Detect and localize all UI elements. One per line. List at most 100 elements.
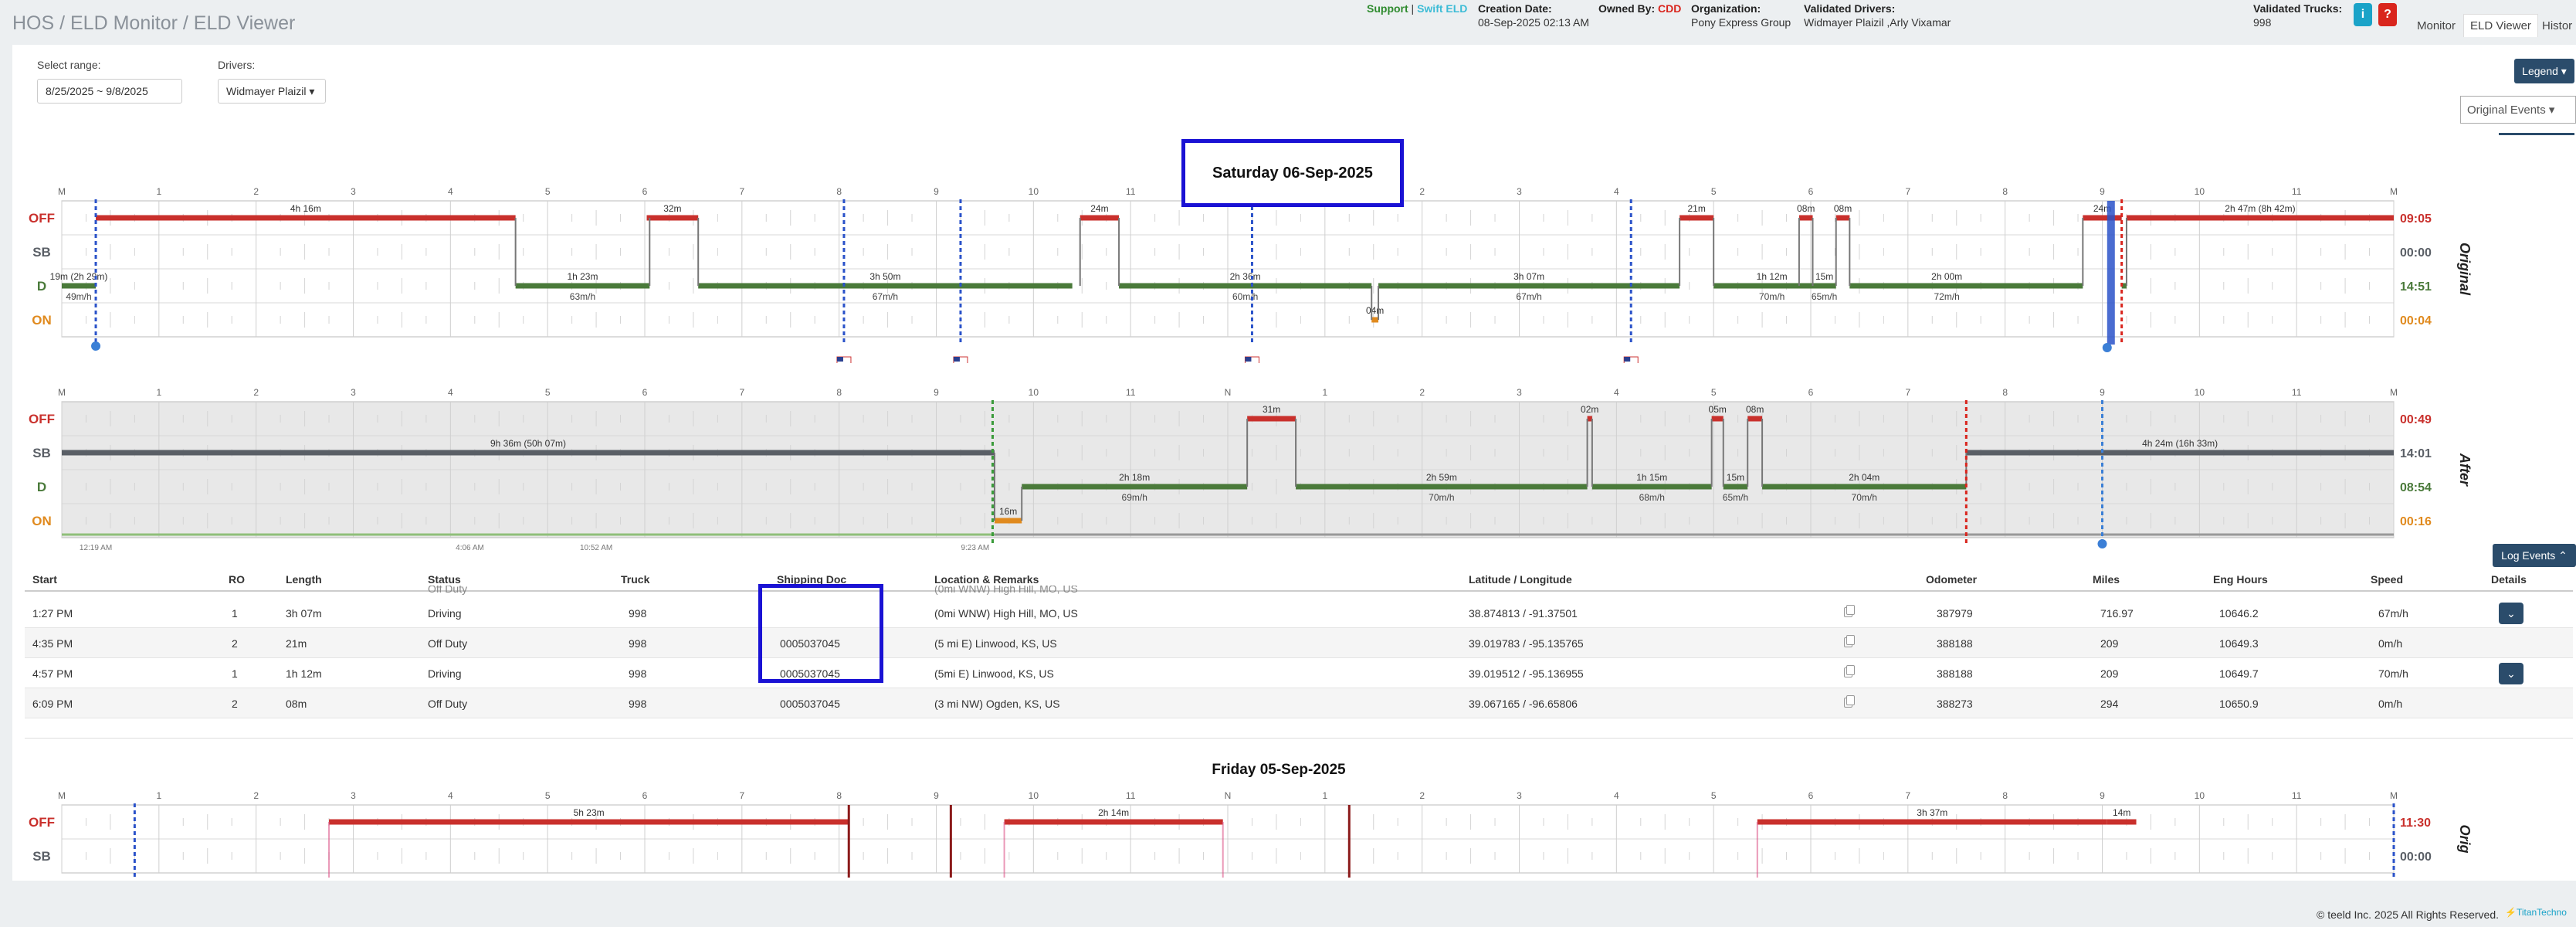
hour-tick-label: 4 — [448, 387, 453, 398]
cell-eng: 10649.7 — [2219, 667, 2259, 680]
segment-duration-label: 2h 18m — [1119, 472, 1150, 483]
hour-tick-label: 10 — [1029, 790, 1039, 801]
segment-speed-label: 68m/h — [1639, 492, 1665, 503]
cell-miles: 294 — [2100, 698, 2119, 710]
cell-length: 21m — [286, 637, 307, 650]
copy-icon[interactable] — [1844, 605, 1855, 617]
creation-date: Creation Date: 08-Sep-2025 02:13 AM — [1478, 2, 1589, 29]
hour-tick-label: 3 — [1517, 387, 1522, 398]
hour-tick-label: 11 — [1126, 387, 1136, 398]
hour-tick-label: 11 — [2292, 790, 2302, 801]
copy-icon[interactable] — [1844, 635, 1855, 647]
status-label-d: D — [37, 480, 46, 494]
segment-duration-label: 3h 50m — [869, 271, 900, 282]
log-events-table: Start RO Length Status Truck Shipping Do… — [25, 570, 2573, 739]
cell-truck: 998 — [629, 698, 647, 710]
col-details[interactable]: Details — [2491, 573, 2527, 586]
hour-tick-label: 4 — [448, 790, 453, 801]
timeline-time-label: 10:52 AM — [580, 544, 612, 552]
segment-duration-label: 2h 00m — [1931, 271, 1962, 282]
segment-duration-label: 16m — [999, 506, 1017, 517]
hour-tick-label: 3 — [351, 387, 356, 398]
status-total: 09:05 — [2400, 212, 2432, 226]
expand-details-button[interactable]: ⌄ — [2499, 663, 2523, 684]
swift-eld-link[interactable]: Swift ELD — [1417, 2, 1467, 15]
col-ro[interactable]: RO — [229, 573, 245, 586]
tab-monitor[interactable]: Monitor — [2412, 17, 2460, 35]
col-miles[interactable]: Miles — [2093, 573, 2120, 586]
hour-tick-label: M — [58, 186, 66, 197]
date-range-input[interactable]: 8/25/2025 ~ 9/8/2025 — [37, 79, 182, 104]
hour-tick-label: 2 — [253, 387, 259, 398]
status-label-off: OFF — [29, 211, 55, 226]
hour-tick-label: 9 — [2100, 186, 2105, 197]
col-status[interactable]: Status — [428, 573, 461, 586]
expand-details-button[interactable]: ⌄ — [2499, 603, 2523, 624]
cell-odo: 387979 — [1937, 607, 1973, 620]
col-truck[interactable]: Truck — [621, 573, 649, 586]
segment-speed-label: 70m/h — [1852, 492, 1877, 503]
col-location[interactable]: Location & Remarks — [934, 573, 1039, 586]
drivers-select[interactable]: Widmayer Plaizil ▾ — [218, 79, 326, 104]
hos-chart-after: M 1 2 3 4 5 6 7 8 9 10 11 N 1 2 3 4 5 6 7 8 9 10 11 M OFF SB D ON 9h … — [29, 387, 2473, 552]
table-row[interactable]: 6:09 PM 2 08m Off Duty 998 0005037045 (3 mi NW… — [25, 688, 2573, 718]
hour-tick-label: 6 — [642, 790, 648, 801]
log-events-button[interactable]: Log Events ⌃ — [2493, 544, 2576, 567]
segment-speed-label: 63m/h — [570, 291, 595, 302]
col-latlon[interactable]: Latitude / Longitude — [1469, 573, 1572, 586]
segment-duration-label: 2h 14m — [1098, 807, 1129, 818]
segment-duration-label: 2h 04m — [1849, 472, 1879, 483]
col-start[interactable]: Start — [32, 573, 57, 586]
hour-tick-label: 4 — [1614, 387, 1619, 398]
chart1-title: Saturday 06-Sep-2025 — [1181, 139, 1404, 207]
cell-odo: 388188 — [1937, 637, 1973, 650]
help-button[interactable]: ? — [2378, 3, 2397, 26]
support-links[interactable]: Support | Swift ELD — [1367, 2, 1467, 15]
vdrivers-label: Validated Drivers: — [1804, 2, 1896, 15]
cell-status: Off Duty — [428, 698, 468, 710]
table-row[interactable]: 1:27 PM 1 3h 07m Driving 998 (0mi WNW) High H… — [25, 598, 2573, 628]
cell-odo: 388273 — [1937, 698, 1973, 710]
hour-tick-label: 2 — [253, 186, 259, 197]
status-label-sb: SB — [32, 446, 51, 460]
copy-icon[interactable] — [1844, 665, 1855, 677]
col-length[interactable]: Length — [286, 573, 322, 586]
cell-latlon: 39.019512 / -95.136955 — [1469, 667, 1584, 680]
support-link[interactable]: Support — [1367, 2, 1408, 15]
segment-duration-label: 02m — [1581, 404, 1598, 415]
segment-speed-label: 67m/h — [1516, 291, 1541, 302]
segment-speed-label: 70m/h — [1759, 291, 1785, 302]
status-total: 14:51 — [2400, 280, 2432, 294]
col-odometer[interactable]: Odometer — [1926, 573, 1977, 586]
brand-name: TitanTechno — [2516, 907, 2567, 918]
cell-status: Off Duty — [428, 586, 468, 595]
hour-tick-label: 1 — [1322, 790, 1327, 801]
table-row[interactable]: 4:57 PM 1 1h 12m Driving 998 0005037045 (5mi E… — [25, 658, 2573, 688]
cell-status: Off Duty — [428, 637, 468, 650]
vtrucks-label: Validated Trucks: — [2253, 2, 2343, 15]
status-total: 00:49 — [2400, 413, 2432, 426]
breadcrumb: HOS / ELD Monitor / ELD Viewer — [12, 12, 296, 34]
tab-history[interactable]: Histor — [2537, 17, 2576, 35]
chevron-up-icon: ⌃ — [2558, 548, 2568, 562]
hour-tick-label: 8 — [836, 186, 842, 197]
segment-duration-label: 08m — [1797, 203, 1815, 214]
table-row[interactable]: 4:35 PM 2 21m Off Duty 998 0005037045 (5 mi E)… — [25, 628, 2573, 658]
status-total: 00:00 — [2400, 246, 2432, 260]
segment-speed-label: 60m/h — [1232, 291, 1258, 302]
original-events-select[interactable]: Original Events ▾ — [2460, 96, 2576, 124]
legend-button[interactable]: Legend ▾ — [2514, 59, 2574, 83]
segment-duration-label: 24m — [1090, 203, 1108, 214]
cell-start: 6:09 PM — [32, 698, 73, 710]
segment-duration-label: 19m (2h 29m) — [50, 271, 108, 282]
segment-speed-label: 65m/h — [1812, 291, 1837, 302]
hour-tick-label: 4 — [448, 186, 453, 197]
col-eng-hours[interactable]: Eng Hours — [2213, 573, 2268, 586]
copy-icon[interactable] — [1844, 695, 1855, 708]
info-button[interactable]: i — [2354, 3, 2372, 26]
cell-ro: 2 — [232, 637, 238, 650]
tab-eld-viewer[interactable]: ELD Viewer — [2463, 14, 2538, 37]
us-flag-canton — [836, 357, 843, 362]
hour-tick-label: 2 — [1419, 186, 1425, 197]
col-speed[interactable]: Speed — [2371, 573, 2403, 586]
